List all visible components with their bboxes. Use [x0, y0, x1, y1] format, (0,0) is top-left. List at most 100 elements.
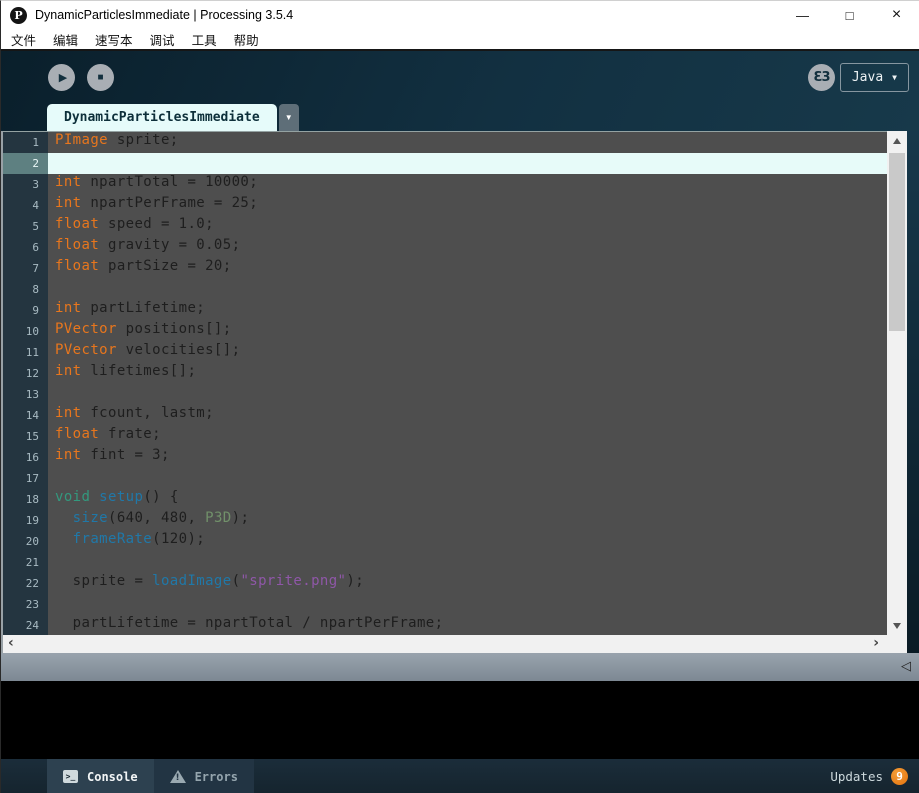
code-token: size: [72, 510, 108, 526]
code-line[interactable]: 22 sprite = loadImage("sprite.png");: [3, 573, 887, 594]
code-line[interactable]: 4 int npartPerFrame = 25;: [3, 195, 887, 216]
line-number: 19: [3, 510, 48, 531]
processing-window: P DynamicParticlesImmediate | Processing…: [0, 0, 919, 793]
code-token: P3D: [205, 510, 232, 526]
vertical-scrollbar[interactable]: [887, 131, 907, 635]
tab-menu-button[interactable]: ▼: [278, 104, 299, 131]
terminal-icon: >_: [63, 770, 78, 783]
code-line[interactable]: 8: [3, 279, 887, 300]
arrow-down-icon: [893, 622, 901, 629]
code-token: (120);: [152, 531, 206, 547]
code-line[interactable]: 9 int partLifetime;: [3, 300, 887, 321]
line-number: 9: [3, 300, 48, 321]
code-line[interactable]: 11 PVector velocities[];: [3, 342, 887, 363]
code-line[interactable]: 2: [3, 153, 887, 174]
menu-item[interactable]: 文件: [11, 30, 36, 49]
errors-tab-label: Errors: [194, 769, 238, 784]
code-token: );: [346, 573, 365, 589]
menu-item[interactable]: 帮助: [234, 30, 259, 49]
minimize-button[interactable]: —: [779, 1, 826, 29]
collapse-console-icon[interactable]: ◁: [901, 658, 911, 674]
code-text: frameRate(120);: [48, 531, 887, 552]
line-number: 7: [3, 258, 48, 279]
code-token: partLifetime = npartTotal / npartPerFram…: [55, 615, 444, 631]
console-divider[interactable]: ◁: [1, 653, 919, 681]
code-text: int npartTotal = 10000;: [48, 174, 887, 195]
maximize-button[interactable]: □: [826, 1, 873, 29]
code-token: npartTotal = 10000;: [81, 174, 259, 190]
code-line[interactable]: 20 frameRate(120);: [3, 531, 887, 552]
scroll-right-icon[interactable]: ›: [873, 635, 879, 652]
code-line[interactable]: 12 int lifetimes[];: [3, 363, 887, 384]
code-token: gravity = 0.05;: [99, 237, 241, 253]
code-token: frameRate: [72, 531, 153, 547]
tab-errors[interactable]: Errors: [153, 759, 254, 793]
line-number: 1: [3, 132, 48, 153]
run-button[interactable]: ▶: [48, 64, 75, 91]
code-line[interactable]: 6 float gravity = 0.05;: [3, 237, 887, 258]
warning-icon: [169, 770, 186, 783]
tab-sketch[interactable]: DynamicParticlesImmediate: [47, 104, 277, 131]
code-line[interactable]: 3 int npartTotal = 10000;: [3, 174, 887, 195]
line-number: 16: [3, 447, 48, 468]
menu-item[interactable]: 编辑: [53, 30, 78, 49]
window-controls: — □ ×: [779, 1, 919, 29]
close-button[interactable]: ×: [873, 1, 919, 29]
code-line[interactable]: 5 float speed = 1.0;: [3, 216, 887, 237]
scroll-up-button[interactable]: [887, 133, 907, 148]
code-token: PImage: [55, 132, 108, 148]
code-token: float: [55, 237, 100, 253]
mode-selector[interactable]: Java ▼: [839, 63, 909, 92]
code-line[interactable]: 23: [3, 594, 887, 615]
code-token: PVector: [55, 321, 117, 337]
code-line[interactable]: 1 PImage sprite;: [3, 132, 887, 153]
horizontal-scrollbar[interactable]: ‹ ›: [3, 635, 907, 653]
line-number: 4: [3, 195, 48, 216]
menu-item[interactable]: 调试: [150, 30, 175, 49]
stop-button[interactable]: ■: [87, 64, 114, 91]
debug-button[interactable]: Ɛ3: [808, 64, 835, 91]
code-line[interactable]: 21: [3, 552, 887, 573]
code-token: lifetimes[];: [81, 363, 197, 379]
code-token: int: [55, 174, 82, 190]
vertical-scrollbar-thumb[interactable]: [889, 153, 905, 331]
code-token: void: [55, 489, 91, 505]
code-line[interactable]: 10 PVector positions[];: [3, 321, 887, 342]
updates-link[interactable]: Updates 9: [830, 759, 919, 793]
line-number: 18: [3, 489, 48, 510]
code-token: int: [55, 405, 82, 421]
code-line[interactable]: 19 size(640, 480, P3D);: [3, 510, 887, 531]
menu-item[interactable]: 工具: [192, 30, 217, 49]
scroll-down-button[interactable]: [887, 618, 907, 633]
updates-label: Updates: [830, 769, 883, 784]
code-token: fcount, lastm;: [81, 405, 214, 421]
code-text: PImage sprite;: [48, 132, 887, 153]
tab-console[interactable]: >_ Console: [47, 759, 154, 793]
tab-label: DynamicParticlesImmediate: [64, 110, 260, 125]
code-token: setup: [99, 489, 144, 505]
toolbar: ▶ ■ Ɛ3 Java ▼ DynamicParticlesImmediate …: [1, 51, 919, 131]
code-line[interactable]: 16 int fint = 3;: [3, 447, 887, 468]
menu-item[interactable]: 速写本: [95, 30, 133, 49]
code-line[interactable]: 18 void setup() {: [3, 489, 887, 510]
code-token: int: [55, 195, 82, 211]
scroll-left-icon[interactable]: ‹: [8, 635, 14, 652]
code-line[interactable]: 15 float frate;: [3, 426, 887, 447]
code-token: float: [55, 258, 100, 274]
code-line[interactable]: 17: [3, 468, 887, 489]
code-line[interactable]: 7 float partSize = 20;: [3, 258, 887, 279]
code-token: positions[];: [116, 321, 232, 337]
line-number: 11: [3, 342, 48, 363]
code-line[interactable]: 14 int fcount, lastm;: [3, 405, 887, 426]
code-line[interactable]: 13: [3, 384, 887, 405]
code-text: float gravity = 0.05;: [48, 237, 887, 258]
code-editor[interactable]: 1 PImage sprite; 2 3 int npartTotal = 10000;…: [3, 131, 887, 635]
code-line[interactable]: 24 partLifetime = npartTotal / npartPerF…: [3, 615, 887, 635]
line-number: 5: [3, 216, 48, 237]
